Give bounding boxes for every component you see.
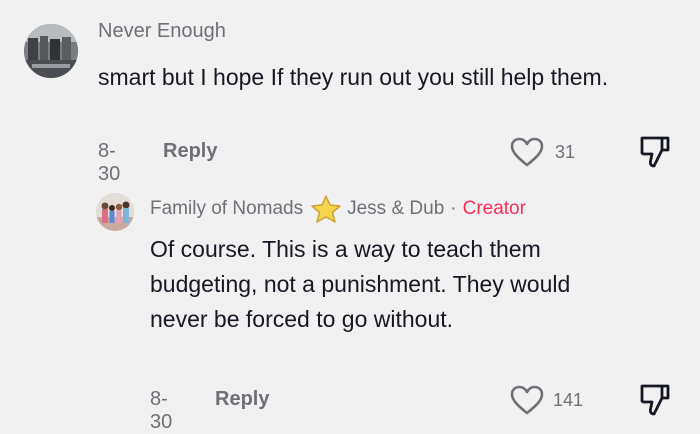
comment-text: smart but I hope If they run out you sti… — [98, 64, 609, 90]
reply-text: Of course. This is a way to teach them b… — [150, 236, 571, 332]
avatar[interactable] — [96, 193, 134, 231]
like-count: 31 — [555, 142, 576, 162]
reply-author[interactable]: Family of Nomads — [150, 198, 303, 220]
star-icon — [311, 195, 341, 223]
reply-button[interactable]: Reply — [163, 140, 217, 163]
heart-icon[interactable] — [509, 384, 545, 416]
reply-author-line: Family of Nomads Jess & Dub · Creator — [150, 195, 526, 223]
dislike-icon[interactable] — [638, 134, 672, 170]
dislike-icon[interactable] — [638, 382, 672, 418]
reply-handle[interactable]: Jess & Dub — [347, 198, 444, 220]
separator-dot: · — [450, 198, 457, 219]
reply-button[interactable]: Reply — [215, 388, 269, 411]
comment-author[interactable]: Never Enough — [98, 20, 226, 43]
heart-icon[interactable] — [509, 136, 545, 168]
avatar[interactable] — [24, 24, 78, 78]
like-count: 141 — [553, 390, 584, 410]
comment-date: 8-30 — [98, 140, 121, 185]
reply-date: 8-30 — [150, 388, 173, 433]
family-photo-icon — [96, 193, 134, 231]
creator-badge: Creator — [462, 198, 526, 219]
group-photo-icon — [24, 24, 78, 78]
